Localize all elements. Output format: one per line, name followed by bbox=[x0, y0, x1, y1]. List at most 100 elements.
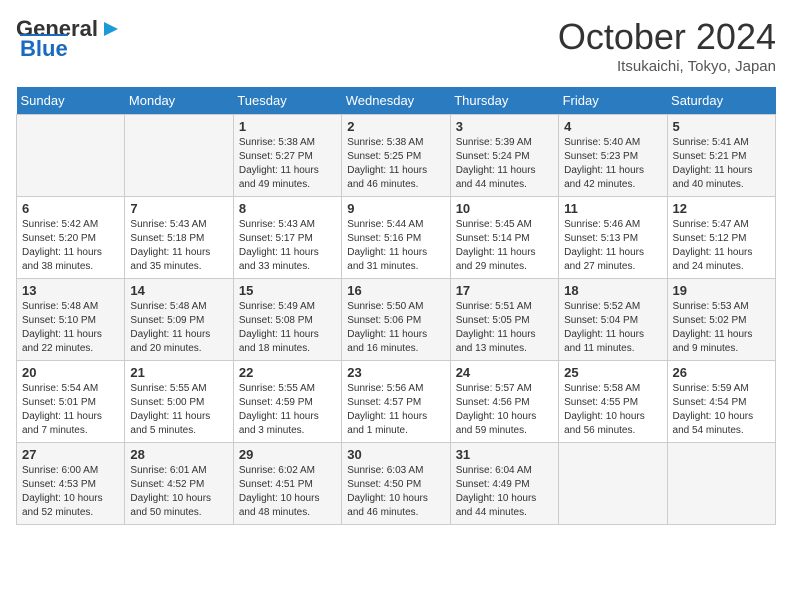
day-info: Sunrise: 5:42 AMSunset: 5:20 PMDaylight:… bbox=[22, 218, 119, 274]
day-info: Sunrise: 5:57 AMSunset: 4:56 PMDaylight:… bbox=[456, 382, 553, 438]
calendar-cell bbox=[559, 443, 667, 525]
day-info: Sunrise: 5:39 AMSunset: 5:24 PMDaylight:… bbox=[456, 136, 553, 192]
day-number: 12 bbox=[673, 201, 770, 216]
day-info: Sunrise: 5:51 AMSunset: 5:05 PMDaylight:… bbox=[456, 300, 553, 356]
day-number: 11 bbox=[564, 201, 661, 216]
month-title: October 2024 bbox=[558, 16, 776, 58]
day-number: 23 bbox=[347, 365, 444, 380]
day-number: 18 bbox=[564, 283, 661, 298]
day-number: 4 bbox=[564, 119, 661, 134]
calendar-cell: 28Sunrise: 6:01 AMSunset: 4:52 PMDayligh… bbox=[125, 443, 233, 525]
day-info: Sunrise: 5:43 AMSunset: 5:17 PMDaylight:… bbox=[239, 218, 336, 274]
day-info: Sunrise: 5:40 AMSunset: 5:23 PMDaylight:… bbox=[564, 136, 661, 192]
day-header-sunday: Sunday bbox=[17, 87, 125, 115]
day-info: Sunrise: 5:49 AMSunset: 5:08 PMDaylight:… bbox=[239, 300, 336, 356]
calendar-cell: 3 Sunrise: 5:39 AMSunset: 5:24 PMDaylight… bbox=[450, 115, 558, 197]
calendar-cell: 11 Sunrise: 5:46 AMSunset: 5:13 PMDayligh… bbox=[559, 197, 667, 279]
calendar-cell: 16 Sunrise: 5:50 AMSunset: 5:06 PMDayligh… bbox=[342, 279, 450, 361]
day-number: 15 bbox=[239, 283, 336, 298]
calendar-cell: 8 Sunrise: 5:43 AMSunset: 5:17 PMDaylight… bbox=[233, 197, 341, 279]
day-number: 13 bbox=[22, 283, 119, 298]
day-header-friday: Friday bbox=[559, 87, 667, 115]
calendar-cell: 27Sunrise: 6:00 AMSunset: 4:53 PMDayligh… bbox=[17, 443, 125, 525]
day-info: Sunrise: 5:48 AMSunset: 5:10 PMDaylight:… bbox=[22, 300, 119, 356]
calendar-week-row: 27Sunrise: 6:00 AMSunset: 4:53 PMDayligh… bbox=[17, 443, 776, 525]
day-info: Sunrise: 5:43 AMSunset: 5:18 PMDaylight:… bbox=[130, 218, 227, 274]
day-info: Sunrise: 5:56 AMSunset: 4:57 PMDaylight:… bbox=[347, 382, 444, 438]
day-number: 31 bbox=[456, 447, 553, 462]
day-number: 16 bbox=[347, 283, 444, 298]
day-info: Sunrise: 5:41 AMSunset: 5:21 PMDaylight:… bbox=[673, 136, 770, 192]
day-number: 26 bbox=[673, 365, 770, 380]
header: General Blue October 2024 Itsukaichi, To… bbox=[16, 16, 776, 75]
day-info: Sunrise: 5:53 AMSunset: 5:02 PMDaylight:… bbox=[673, 300, 770, 356]
day-number: 9 bbox=[347, 201, 444, 216]
day-number: 5 bbox=[673, 119, 770, 134]
calendar-cell: 5 Sunrise: 5:41 AMSunset: 5:21 PMDaylight… bbox=[667, 115, 775, 197]
calendar-week-row: 20 Sunrise: 5:54 AMSunset: 5:01 PMDayligh… bbox=[17, 361, 776, 443]
day-info: Sunrise: 6:03 AMSunset: 4:50 PMDaylight:… bbox=[347, 464, 444, 520]
calendar-cell: 20 Sunrise: 5:54 AMSunset: 5:01 PMDayligh… bbox=[17, 361, 125, 443]
day-number: 7 bbox=[130, 201, 227, 216]
day-number: 20 bbox=[22, 365, 119, 380]
calendar-cell: 25 Sunrise: 5:58 AMSunset: 4:55 PMDayligh… bbox=[559, 361, 667, 443]
day-info: Sunrise: 5:52 AMSunset: 5:04 PMDaylight:… bbox=[564, 300, 661, 356]
calendar-week-row: 6 Sunrise: 5:42 AMSunset: 5:20 PMDaylight… bbox=[17, 197, 776, 279]
logo-arrow-icon bbox=[100, 18, 122, 40]
day-number: 25 bbox=[564, 365, 661, 380]
calendar-cell: 1 Sunrise: 5:38 AMSunset: 5:27 PMDaylight… bbox=[233, 115, 341, 197]
calendar-cell: 30 Sunrise: 6:03 AMSunset: 4:50 PMDayligh… bbox=[342, 443, 450, 525]
day-number: 28 bbox=[130, 447, 227, 462]
day-info: Sunrise: 5:55 AMSunset: 4:59 PMDaylight:… bbox=[239, 382, 336, 438]
location-subtitle: Itsukaichi, Tokyo, Japan bbox=[558, 58, 776, 75]
calendar-cell: 6 Sunrise: 5:42 AMSunset: 5:20 PMDaylight… bbox=[17, 197, 125, 279]
day-info: Sunrise: 5:59 AMSunset: 4:54 PMDaylight:… bbox=[673, 382, 770, 438]
calendar-cell: 21 Sunrise: 5:55 AMSunset: 5:00 PMDayligh… bbox=[125, 361, 233, 443]
day-number: 21 bbox=[130, 365, 227, 380]
title-area: October 2024 Itsukaichi, Tokyo, Japan bbox=[558, 16, 776, 75]
day-info: Sunrise: 5:45 AMSunset: 5:14 PMDaylight:… bbox=[456, 218, 553, 274]
calendar-cell: 18 Sunrise: 5:52 AMSunset: 5:04 PMDayligh… bbox=[559, 279, 667, 361]
day-number: 27 bbox=[22, 447, 119, 462]
day-number: 3 bbox=[456, 119, 553, 134]
calendar-cell: 19 Sunrise: 5:53 AMSunset: 5:02 PMDayligh… bbox=[667, 279, 775, 361]
calendar-cell: 15 Sunrise: 5:49 AMSunset: 5:08 PMDayligh… bbox=[233, 279, 341, 361]
day-number: 22 bbox=[239, 365, 336, 380]
day-info: Sunrise: 5:38 AMSunset: 5:27 PMDaylight:… bbox=[239, 136, 336, 192]
day-info: Sunrise: 5:55 AMSunset: 5:00 PMDaylight:… bbox=[130, 382, 227, 438]
day-info: Sunrise: 6:02 AMSunset: 4:51 PMDaylight:… bbox=[239, 464, 336, 520]
day-number: 8 bbox=[239, 201, 336, 216]
calendar-cell: 13 Sunrise: 5:48 AMSunset: 5:10 PMDayligh… bbox=[17, 279, 125, 361]
day-info: Sunrise: 5:54 AMSunset: 5:01 PMDaylight:… bbox=[22, 382, 119, 438]
day-header-thursday: Thursday bbox=[450, 87, 558, 115]
calendar-cell: 24 Sunrise: 5:57 AMSunset: 4:56 PMDayligh… bbox=[450, 361, 558, 443]
calendar-cell: 29Sunrise: 6:02 AMSunset: 4:51 PMDayligh… bbox=[233, 443, 341, 525]
day-info: Sunrise: 5:58 AMSunset: 4:55 PMDaylight:… bbox=[564, 382, 661, 438]
day-number: 1 bbox=[239, 119, 336, 134]
calendar-week-row: 13 Sunrise: 5:48 AMSunset: 5:10 PMDayligh… bbox=[17, 279, 776, 361]
day-info: Sunrise: 5:48 AMSunset: 5:09 PMDaylight:… bbox=[130, 300, 227, 356]
day-number: 14 bbox=[130, 283, 227, 298]
day-info: Sunrise: 5:46 AMSunset: 5:13 PMDaylight:… bbox=[564, 218, 661, 274]
day-info: Sunrise: 5:50 AMSunset: 5:06 PMDaylight:… bbox=[347, 300, 444, 356]
calendar-cell bbox=[17, 115, 125, 197]
calendar-cell: 17Sunrise: 5:51 AMSunset: 5:05 PMDayligh… bbox=[450, 279, 558, 361]
calendar-week-row: 1 Sunrise: 5:38 AMSunset: 5:27 PMDaylight… bbox=[17, 115, 776, 197]
calendar-cell: 31 Sunrise: 6:04 AMSunset: 4:49 PMDayligh… bbox=[450, 443, 558, 525]
calendar-cell: 22 Sunrise: 5:55 AMSunset: 4:59 PMDayligh… bbox=[233, 361, 341, 443]
calendar-cell: 4 Sunrise: 5:40 AMSunset: 5:23 PMDaylight… bbox=[559, 115, 667, 197]
day-number: 19 bbox=[673, 283, 770, 298]
day-info: Sunrise: 5:44 AMSunset: 5:16 PMDaylight:… bbox=[347, 218, 444, 274]
logo: General Blue bbox=[16, 16, 122, 62]
day-info: Sunrise: 5:47 AMSunset: 5:12 PMDaylight:… bbox=[673, 218, 770, 274]
calendar-cell: 9 Sunrise: 5:44 AMSunset: 5:16 PMDaylight… bbox=[342, 197, 450, 279]
day-number: 30 bbox=[347, 447, 444, 462]
calendar-table: SundayMondayTuesdayWednesdayThursdayFrid… bbox=[16, 87, 776, 525]
calendar-cell: 10Sunrise: 5:45 AMSunset: 5:14 PMDayligh… bbox=[450, 197, 558, 279]
calendar-cell: 2Sunrise: 5:38 AMSunset: 5:25 PMDaylight… bbox=[342, 115, 450, 197]
calendar-cell: 23 Sunrise: 5:56 AMSunset: 4:57 PMDayligh… bbox=[342, 361, 450, 443]
day-number: 6 bbox=[22, 201, 119, 216]
calendar-cell: 12 Sunrise: 5:47 AMSunset: 5:12 PMDayligh… bbox=[667, 197, 775, 279]
day-info: Sunrise: 6:04 AMSunset: 4:49 PMDaylight:… bbox=[456, 464, 553, 520]
day-number: 24 bbox=[456, 365, 553, 380]
